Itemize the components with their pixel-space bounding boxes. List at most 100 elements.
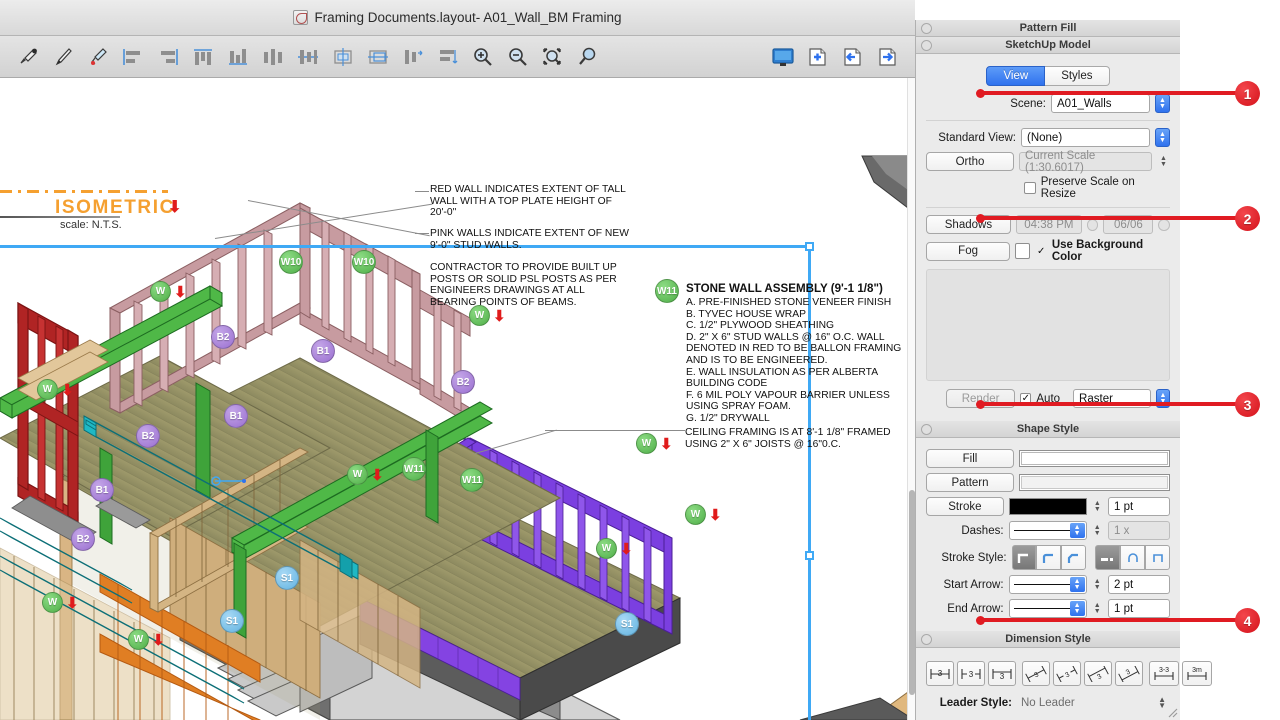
leader-style-select[interactable]: No Leader ▲ ▼ [1017,693,1170,712]
dashes-dropdown-arrow-icon[interactable]: ▲ ▼ [1069,523,1085,538]
selection-handle-top-right[interactable] [805,242,814,251]
dim-text-below-icon[interactable]: 3 [926,661,954,686]
model-badge-b2[interactable]: B2 [136,424,160,448]
dashes-select[interactable]: ▲ ▼ [1008,521,1087,540]
model-badge-b2[interactable]: B2 [211,325,235,349]
fog-button[interactable]: Fog [926,241,1011,261]
dim-text-above-icon[interactable]: 3 [988,661,1016,686]
space-vertical-icon[interactable] [360,40,395,74]
model-badge-s1[interactable]: S1 [615,612,639,636]
start-arrow-dropdown-arrow-icon[interactable]: ▲ ▼ [1069,577,1085,592]
panel-header-shape-style[interactable]: Shape Style [916,421,1180,438]
previous-page-icon[interactable] [835,40,870,74]
callout-number[interactable]: 3 [1235,392,1260,417]
center-horizontal-icon[interactable] [290,40,325,74]
preserve-scale-checkbox[interactable] [1024,182,1036,194]
dash-scale-select[interactable]: 1 x [1108,521,1170,540]
zoom-out-icon[interactable] [500,40,535,74]
zoom-to-fit-icon[interactable] [535,40,570,74]
paint-bucket-icon[interactable] [80,40,115,74]
panel-collapse-disc-icon[interactable] [921,23,932,34]
selection-handle-mid-right[interactable] [805,551,814,560]
callout-number[interactable]: 1 [1235,81,1260,106]
stroke-join-round-icon[interactable] [1036,545,1062,570]
panel-collapse-disc-icon[interactable] [921,424,932,435]
eyedropper-icon[interactable] [10,40,45,74]
align-right-icon[interactable] [150,40,185,74]
dim-units-metric-icon[interactable]: 3m [1182,661,1212,686]
model-badge-w10[interactable]: W10 [352,250,376,274]
ortho-button[interactable]: Ortho [926,152,1014,171]
dim-rot-b-icon[interactable]: 3 [1053,661,1081,686]
stroke-cap-square-icon[interactable] [1145,545,1171,570]
callout-number[interactable]: 4 [1235,608,1260,633]
pen-icon[interactable] [45,40,80,74]
model-badge-w[interactable]: W [469,305,490,326]
align-bottom-icon[interactable] [220,40,255,74]
zoom-in-icon[interactable] [465,40,500,74]
model-badge-w[interactable]: W [37,379,58,400]
stroke-cap-butt-icon[interactable] [1095,545,1121,570]
stroke-button[interactable]: Stroke [926,497,1004,516]
stroke-join-miter-icon[interactable] [1011,545,1037,570]
model-badge-w[interactable]: W [150,281,171,302]
zoom-selection-icon[interactable] [570,40,605,74]
center-vertical-icon[interactable] [255,40,290,74]
model-badge-w11[interactable]: W11 [402,457,426,481]
model-badge-w[interactable]: W [347,464,368,485]
pattern-button[interactable]: Pattern [926,473,1014,492]
stroke-color-swatch[interactable] [1008,498,1087,515]
model-badge-b2[interactable]: B2 [71,527,95,551]
model-badge-w10[interactable]: W10 [279,250,303,274]
dim-rot-c-icon[interactable]: 3 [1084,661,1112,686]
model-badge-b1[interactable]: B1 [311,339,335,363]
dash-scale-stepper-icon[interactable]: ▲ ▼ [1092,521,1103,540]
distribute-vertical-icon[interactable] [430,40,465,74]
space-horizontal-icon[interactable] [325,40,360,74]
document-canvas[interactable]: (partially visible heading) ISOMETRIC ⬇ … [0,78,908,720]
dim-text-center-icon[interactable]: 3 [957,661,985,686]
dim-rot-d-icon[interactable]: 3 [1115,661,1143,686]
start-arrow-size-select[interactable]: 2 pt [1108,575,1170,594]
panel-header-dimension-style[interactable]: Dimension Style [916,631,1180,648]
model-badge-w[interactable]: W [596,538,617,559]
model-badge-s1[interactable]: S1 [220,609,244,633]
preserve-scale-row[interactable]: Preserve Scale on Resize [926,176,1170,200]
model-badge-b2[interactable]: B2 [451,370,475,394]
leader-style-caret-icon[interactable]: ▲ ▼ [1158,695,1166,709]
canvas-vertical-scrollbar[interactable] [907,78,915,720]
fill-color-swatch[interactable] [1019,450,1170,467]
model-badge-b1[interactable]: B1 [224,404,248,428]
dim-units-feet-icon[interactable]: 3-3 [1149,661,1179,686]
fog-checkbox[interactable] [1015,243,1031,259]
model-badge-s1[interactable]: S1 [275,566,299,590]
stroke-cap-round-icon[interactable] [1120,545,1146,570]
align-top-icon[interactable] [185,40,220,74]
stroke-width-stepper-icon[interactable]: ▲ ▼ [1092,497,1103,516]
dim-rot-a-icon[interactable]: 3 [1022,661,1050,686]
start-arrow-size-stepper-icon[interactable]: ▲ ▼ [1092,575,1103,594]
stroke-width-select[interactable]: 1 pt [1108,497,1170,516]
standard-view-select[interactable]: (None) [1021,128,1150,147]
model-badge-w[interactable]: W [636,433,657,454]
model-badge-w[interactable]: W [685,504,706,525]
model-badge-w[interactable]: W [128,629,149,650]
distribute-horizontal-icon[interactable] [395,40,430,74]
start-arrow-select[interactable]: ▲ ▼ [1008,575,1087,594]
scale-stepper-icon[interactable]: ▲ ▼ [1157,152,1170,171]
pattern-swatch[interactable] [1019,474,1170,491]
align-left-icon[interactable] [115,40,150,74]
panel-collapse-disc-icon[interactable] [921,634,932,645]
panel-collapse-disc-icon[interactable] [921,40,932,51]
assembly-tag-badge[interactable]: W11 [655,279,679,303]
panel-resize-grip-icon[interactable] [1167,707,1178,718]
presentation-icon[interactable] [765,40,800,74]
panel-header-sketchup-model[interactable]: SketchUp Model [916,37,1180,54]
callout-number[interactable]: 2 [1235,206,1260,231]
model-badge-b1[interactable]: B1 [90,478,114,502]
fill-button[interactable]: Fill [926,449,1014,468]
stroke-join-bevel-icon[interactable] [1061,545,1087,570]
model-badge-w11[interactable]: W11 [460,468,484,492]
panel-header-pattern-fill[interactable]: Pattern Fill [916,20,1180,37]
add-page-icon[interactable] [800,40,835,74]
